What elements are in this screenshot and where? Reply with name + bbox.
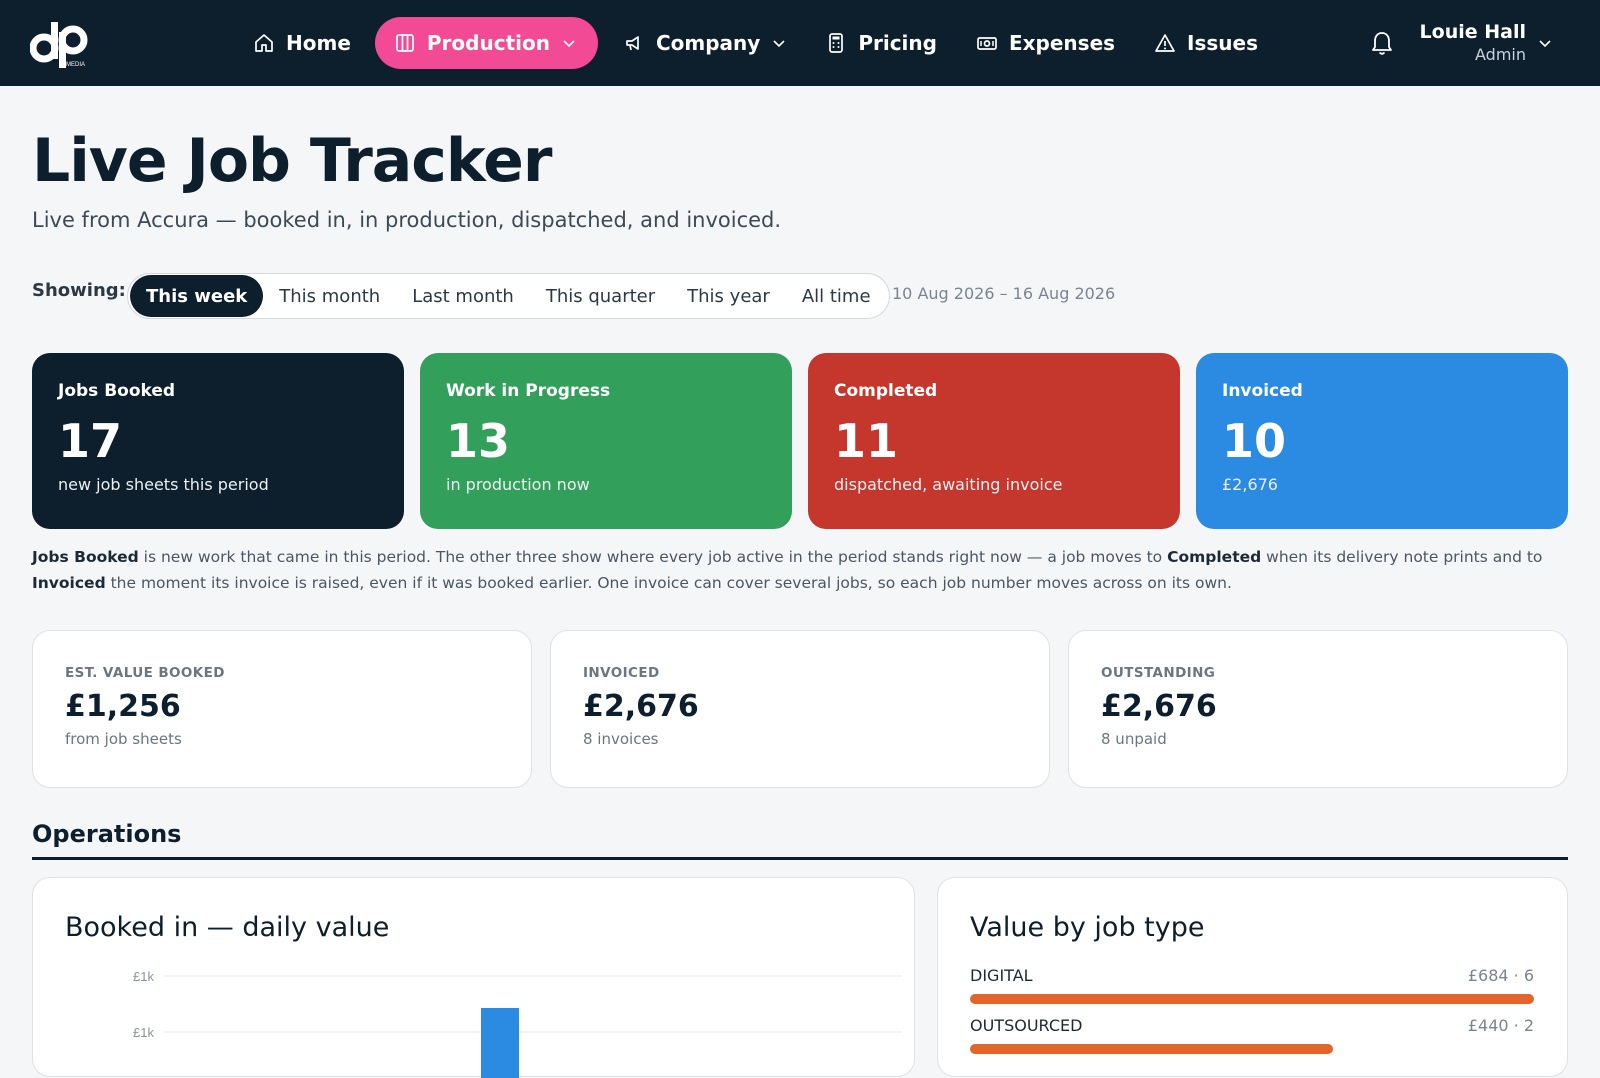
stat-sub: dispatched, awaiting invoice xyxy=(834,475,1063,494)
job-type-bar xyxy=(970,994,1534,1004)
daily-value-panel: Booked in — daily value £1k £1k xyxy=(32,877,915,1078)
stat-card[interactable]: Jobs Booked 17 new job sheets this period xyxy=(32,353,404,529)
stat-label: Work in Progress xyxy=(446,381,611,401)
megaphone-icon xyxy=(622,31,646,55)
home-icon xyxy=(252,31,276,55)
period-option[interactable]: This year xyxy=(671,275,786,317)
chart-bar[interactable] xyxy=(481,1008,519,1078)
filter-label: Showing: xyxy=(32,280,126,301)
stat-card[interactable]: Invoiced 10 £2,676 xyxy=(1196,353,1568,529)
user-menu[interactable]: Louie Hall Admin xyxy=(1406,20,1526,66)
job-type-name: DIGITAL xyxy=(970,966,1033,985)
explanation-bold: Completed xyxy=(1167,548,1262,566)
job-type-panel: Value by job type DIGITAL £684 · 6 OUTSOUR… xyxy=(937,877,1568,1077)
section-title: Operations xyxy=(32,820,182,848)
logo-text: MEDIA xyxy=(66,62,85,68)
date-range: 10 Aug 2026 – 16 Aug 2026 xyxy=(892,284,1116,303)
stat-value: 10 xyxy=(1222,414,1287,468)
stat-value: 17 xyxy=(58,414,123,468)
nav-item-label: Production xyxy=(426,31,550,55)
explanation-span: when its delivery note prints and to xyxy=(1261,548,1543,566)
section-divider xyxy=(32,857,1568,860)
value-sub: 8 unpaid xyxy=(1101,730,1167,748)
stat-sub: in production now xyxy=(446,475,590,494)
period-option[interactable]: All time xyxy=(786,275,887,317)
value-amount: £2,676 xyxy=(583,689,699,724)
stat-label: Completed xyxy=(834,381,938,401)
nav-item-label: Expenses xyxy=(1008,31,1116,55)
y-tick-label: £1k xyxy=(133,1025,154,1040)
panel-title: Value by job type xyxy=(970,912,1205,943)
daily-value-chart: £1k £1k xyxy=(133,969,902,1078)
calculator-icon xyxy=(824,31,848,55)
period-option[interactable]: This quarter xyxy=(530,275,671,317)
value-amount: £1,256 xyxy=(65,689,181,724)
logo-icon[interactable]: MEDIA xyxy=(30,18,92,68)
nav-item-pricing[interactable]: Pricing xyxy=(810,17,951,69)
job-type-value: £684 · 6 xyxy=(1467,966,1534,985)
period-option[interactable]: This month xyxy=(263,275,396,317)
job-type-row: DIGITAL £684 · 6 xyxy=(970,966,1534,1004)
nav-item-company[interactable]: Company xyxy=(608,17,800,69)
value-card: EST. VALUE BOOKED £1,256 from job sheets xyxy=(32,630,532,788)
nav-item-home[interactable]: Home xyxy=(238,17,365,69)
chevron-down-icon[interactable] xyxy=(1538,36,1552,50)
value-label: OUTSTANDING xyxy=(1101,665,1216,681)
value-card: OUTSTANDING £2,676 8 unpaid xyxy=(1068,630,1568,788)
explanation-text: Jobs Booked is new work that came in thi… xyxy=(32,544,1572,596)
nav-item-label: Home xyxy=(286,31,351,55)
job-type-row: OUTSOURCED £440 · 2 xyxy=(970,1016,1534,1054)
stat-label: Jobs Booked xyxy=(58,381,176,401)
top-nav: MEDIA Home Production Company Pricing Expens… xyxy=(0,0,1600,86)
warning-icon xyxy=(1153,31,1177,55)
nav-item-production[interactable]: Production xyxy=(374,17,598,69)
job-type-name: OUTSOURCED xyxy=(970,1016,1083,1035)
page-title: Live Job Tracker xyxy=(32,126,552,196)
value-card: INVOICED £2,676 8 invoices xyxy=(550,630,1050,788)
banknote-icon xyxy=(975,31,999,55)
user-role: Admin xyxy=(1475,45,1526,64)
value-sub: 8 invoices xyxy=(583,730,659,748)
user-name: Louie Hall xyxy=(1419,21,1526,43)
stat-card[interactable]: Completed 11 dispatched, awaiting invoice xyxy=(808,353,1180,529)
value-label: EST. VALUE BOOKED xyxy=(65,665,225,681)
explanation-span: the moment its invoice is raised, even i… xyxy=(105,574,1232,592)
stat-label: Invoiced xyxy=(1222,381,1303,401)
chevron-down-icon xyxy=(772,36,786,50)
nav-item-label: Pricing xyxy=(858,31,937,55)
bell-icon[interactable] xyxy=(1370,30,1394,56)
value-sub: from job sheets xyxy=(65,730,182,748)
nav-item-label: Company xyxy=(655,31,761,55)
nav-item-expenses[interactable]: Expenses xyxy=(961,17,1129,69)
nav-item-issues[interactable]: Issues xyxy=(1139,17,1272,69)
value-label: INVOICED xyxy=(583,665,660,681)
job-type-value: £440 · 2 xyxy=(1467,1016,1534,1035)
nav-item-label: Issues xyxy=(1187,31,1259,55)
period-option[interactable]: Last month xyxy=(396,275,530,317)
page-subtitle: Live from Accura — booked in, in product… xyxy=(32,208,782,232)
production-icon xyxy=(393,31,417,55)
job-type-bar xyxy=(970,1044,1333,1054)
chevron-down-icon xyxy=(562,36,576,50)
value-amount: £2,676 xyxy=(1101,689,1217,724)
stat-value: 11 xyxy=(834,414,899,468)
stat-sub: £2,676 xyxy=(1222,475,1278,494)
period-option[interactable]: This week xyxy=(130,275,264,317)
period-selector: This week This month Last month This quarte… xyxy=(127,273,890,319)
nav-menu: Home Production Company Pricing Expenses Issu… xyxy=(238,0,1282,86)
explanation-bold: Jobs Booked xyxy=(32,548,139,566)
explanation-bold: Invoiced xyxy=(32,574,106,592)
stat-sub: new job sheets this period xyxy=(58,475,269,494)
explanation-span: is new work that came in this period. Th… xyxy=(138,548,1168,566)
stat-card[interactable]: Work in Progress 13 in production now xyxy=(420,353,792,529)
y-tick-label: £1k xyxy=(133,969,154,984)
stat-value: 13 xyxy=(446,414,511,468)
